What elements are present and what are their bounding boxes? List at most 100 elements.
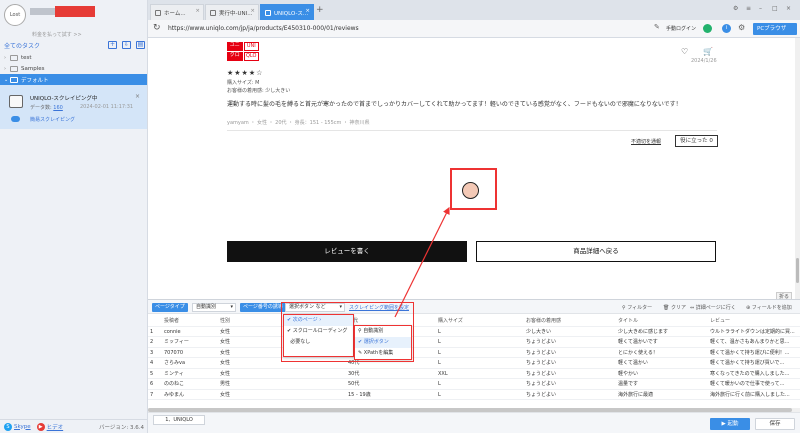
- table-cell[interactable]: とにかく使える！: [616, 348, 708, 358]
- table-cell[interactable]: L: [436, 337, 524, 347]
- table-cell[interactable]: 50代: [346, 379, 436, 389]
- table-row[interactable]: 4 さらみva 女性 40代 L ちょうどよい 軽くて温かい 軽くて温かくて持ち運び買いで..…: [148, 358, 800, 369]
- table-cell[interactable]: 女性: [218, 369, 274, 379]
- table-cell[interactable]: ちょうどよい: [524, 358, 616, 368]
- close-icon[interactable]: ×: [250, 8, 255, 14]
- settings-icon[interactable]: ⚙: [733, 5, 738, 12]
- table-cell[interactable]: 女性: [218, 348, 274, 358]
- url-field[interactable]: https://www.uniqlo.com/jp/ja/products/E4…: [166, 23, 666, 35]
- close-icon[interactable]: ×: [135, 93, 140, 100]
- collapse-button[interactable]: 折る: [776, 292, 793, 299]
- close-icon[interactable]: ×: [195, 8, 200, 14]
- new-tab-icon[interactable]: +: [316, 5, 324, 15]
- heart-icon[interactable]: ♡: [681, 47, 688, 56]
- table-cell[interactable]: [274, 379, 346, 389]
- table-cell[interactable]: ののねこ: [162, 379, 218, 389]
- table-cell[interactable]: 2: [148, 337, 162, 347]
- table-cell[interactable]: L: [436, 390, 524, 400]
- tab-uniqlo[interactable]: UNIQLO-ス... ×: [260, 4, 314, 20]
- table-cell[interactable]: 5: [148, 369, 162, 379]
- all-tasks-label[interactable]: 全てのタスク: [4, 41, 40, 50]
- table-cell[interactable]: ちょうどよい: [524, 369, 616, 379]
- clear-button[interactable]: 🗑 クリア: [663, 304, 686, 311]
- table-cell[interactable]: 海外旅行に行く前に購入しました...: [708, 390, 800, 400]
- run-button[interactable]: ▶ 起動: [710, 418, 750, 430]
- table-cell[interactable]: connie: [162, 327, 218, 337]
- write-review-button[interactable]: レビューを書く: [227, 241, 467, 262]
- table-cell[interactable]: 15 - 19歳: [346, 390, 436, 400]
- table-cell[interactable]: 軽くて温かくて持ち運び買いで...: [708, 358, 800, 368]
- gear-icon[interactable]: ⚙: [738, 23, 745, 32]
- table-row[interactable]: 5 ミンティ 女性 30代 XXL ちょうどよい 軽やかい 寒くなってきたので購入しました..…: [148, 369, 800, 379]
- loading-target-element[interactable]: [462, 182, 479, 199]
- table-cell[interactable]: みゆまん: [162, 390, 218, 400]
- table-cell[interactable]: さらみva: [162, 358, 218, 368]
- table-cell[interactable]: L: [436, 379, 524, 389]
- folder-add-icon[interactable]: ▤: [136, 41, 145, 49]
- skype-link[interactable]: Skype: [14, 424, 31, 430]
- table-cell[interactable]: 少し大きめに感じます: [616, 327, 708, 337]
- table-cell[interactable]: 軽くて暖かいので仕事で使って...: [708, 379, 800, 389]
- table-cell[interactable]: 温量です: [616, 379, 708, 389]
- column-header[interactable]: レビュー: [708, 316, 800, 326]
- table-cell[interactable]: XXL: [436, 369, 524, 379]
- table-cell[interactable]: 4: [148, 358, 162, 368]
- table-cell[interactable]: ウルトラライトダウンは定期的に買...: [708, 327, 800, 337]
- table-cell[interactable]: 軽くて温かいです: [616, 337, 708, 347]
- report-link[interactable]: 不適切を通報: [631, 138, 661, 145]
- tutorial-link[interactable]: ヒデオ: [47, 423, 64, 431]
- table-cell[interactable]: 寒くなってきたので購入しました...: [708, 369, 800, 379]
- maximize-icon[interactable]: □: [772, 5, 778, 12]
- table-cell[interactable]: ちょうどよい: [524, 348, 616, 358]
- scroll-thumb[interactable]: [796, 258, 799, 283]
- table-cell[interactable]: L: [436, 358, 524, 368]
- vertical-scrollbar[interactable]: [795, 38, 800, 299]
- table-row[interactable]: 7 みゆまん 女性 15 - 19歳 L ちょうどよい 海外旅行に最適 海外旅行に行く前に購入…: [148, 390, 800, 400]
- table-cell[interactable]: ちょうどよい: [524, 390, 616, 400]
- column-header[interactable]: お客様の着用感: [524, 316, 616, 326]
- table-row[interactable]: 1 connie 女性 L 少し大きい 少し大きめに感じます ウルトラライトダウンは定期的に…: [148, 327, 800, 337]
- add-field-button[interactable]: ⊕ フィールドを追加: [746, 304, 792, 311]
- pencil-icon[interactable]: ✎: [654, 23, 660, 31]
- table-cell[interactable]: 女性: [218, 390, 274, 400]
- upgrade-link[interactable]: 料金を払って試す >>: [32, 31, 82, 38]
- table-cell[interactable]: 1: [148, 327, 162, 337]
- table-cell[interactable]: ミッフィー: [162, 337, 218, 347]
- uniqlo-logo[interactable]: ユニ UNI クロ QLO: [227, 42, 259, 61]
- table-cell[interactable]: 3: [148, 348, 162, 358]
- table-row[interactable]: 2 ミッフィー 女性 L ちょうどよい 軽くて温かいです 軽くて、温かさもあんまりかと思..…: [148, 337, 800, 348]
- table-cell[interactable]: [274, 369, 346, 379]
- table-cell[interactable]: 軽くて、温かさもあんまりかと思...: [708, 337, 800, 347]
- task-item[interactable]: UNIQLO-スクレイピング中 データ数: 160 2024-02-01 11:…: [0, 85, 147, 129]
- table-cell[interactable]: 女性: [218, 337, 274, 347]
- column-header[interactable]: タイトル: [616, 316, 708, 326]
- table-cell[interactable]: 707070: [162, 348, 218, 358]
- menu-icon[interactable]: ≡: [746, 5, 751, 12]
- filter-button[interactable]: ⚲ フィルター: [622, 304, 652, 311]
- table-cell[interactable]: 30代: [346, 369, 436, 379]
- table-cell[interactable]: L: [436, 327, 524, 337]
- back-to-product-button[interactable]: 商品詳細へ戻る: [476, 241, 716, 262]
- new-task-icon[interactable]: +: [108, 41, 117, 49]
- tree-item-samples[interactable]: › Samples: [0, 63, 147, 74]
- detail-page-button[interactable]: ⇔ 詳細ページに行く: [690, 304, 736, 311]
- table-cell[interactable]: ちょうどよい: [524, 337, 616, 347]
- table-cell[interactable]: 女性: [218, 327, 274, 337]
- table-cell[interactable]: ミンティ: [162, 369, 218, 379]
- table-cell[interactable]: 男性: [218, 379, 274, 389]
- info-icon[interactable]: i: [722, 24, 731, 33]
- column-header[interactable]: 投稿者: [162, 316, 218, 326]
- table-cell[interactable]: 軽くて温かい: [616, 358, 708, 368]
- table-cell[interactable]: L: [436, 348, 524, 358]
- table-row[interactable]: 3707070女性30代Lちょうどよいとにかく使える！軽くて温かくて持ち運びに便…: [148, 348, 800, 358]
- manual-login-button[interactable]: 手動ログイン: [666, 25, 696, 32]
- table-cell[interactable]: 6: [148, 379, 162, 389]
- minimize-icon[interactable]: –: [759, 5, 762, 12]
- column-header[interactable]: 性別: [218, 316, 274, 326]
- close-icon[interactable]: ×: [305, 8, 310, 14]
- table-row[interactable]: 6 ののねこ 男性 50代 L ちょうどよい 温量です 軽くて暖かいので仕事で使って...: [148, 379, 800, 390]
- table-cell[interactable]: 少し大きい: [524, 327, 616, 337]
- close-icon[interactable]: ×: [786, 5, 791, 12]
- table-cell[interactable]: 7: [148, 390, 162, 400]
- save-button[interactable]: 保存: [755, 418, 795, 430]
